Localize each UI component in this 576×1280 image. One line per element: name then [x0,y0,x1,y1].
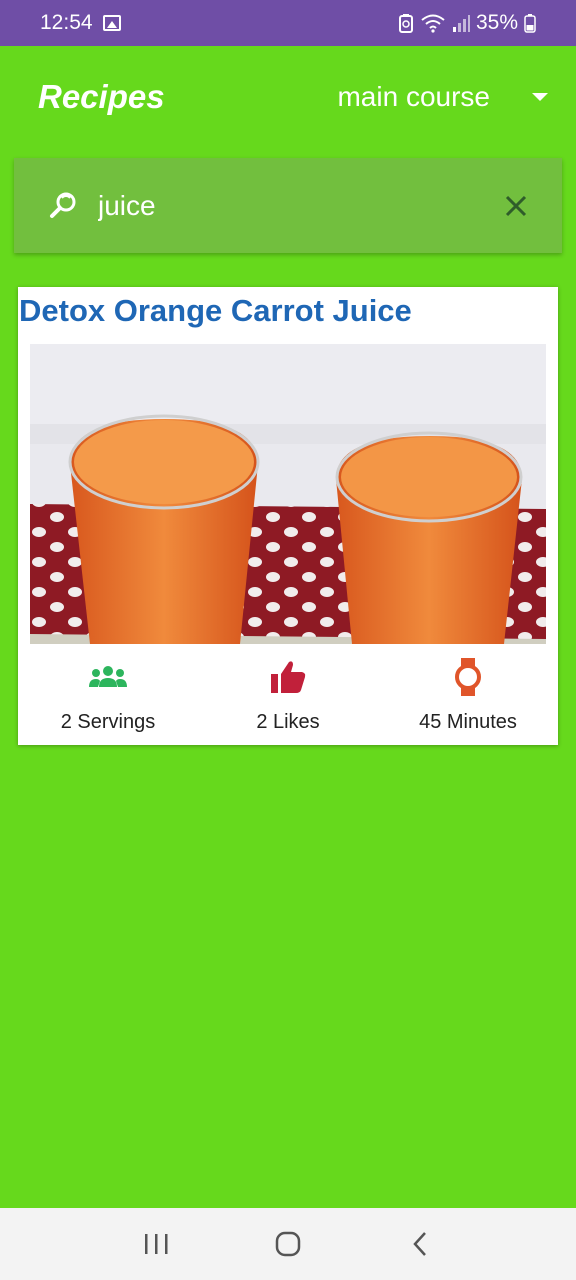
gallery-icon [102,15,121,31]
time-label: 45 Minutes [419,711,517,733]
battery-level: 35% [475,11,518,34]
group-icon [89,666,127,687]
thumb-up-icon [271,661,306,693]
search-bar [14,158,562,253]
servings-stat: 2 Servings [18,647,198,745]
back-button[interactable] [390,1214,450,1274]
likes-label: 2 Likes [256,711,320,733]
wifi-icon [421,14,445,33]
recipe-card[interactable]: Detox Orange Carrot Juice 2 Servings 2 L… [18,287,558,745]
recent-apps-button[interactable] [126,1214,186,1274]
battery-icon [524,14,536,33]
signal-icon [452,15,470,32]
status-icons: 35% [398,11,536,35]
category-dropdown[interactable]: main course [337,81,548,113]
search-input[interactable] [98,189,500,222]
search-icon[interactable] [48,190,80,222]
recipe-stats: 2 Servings 2 Likes 45 Minutes [18,647,558,745]
home-button[interactable] [258,1214,318,1274]
home-icon [275,1231,301,1257]
app-bar: Recipes main course [0,46,576,148]
likes-stat: 2 Likes [198,647,378,745]
clear-search-button[interactable] [500,190,532,222]
category-selected-value: main course [337,81,490,112]
app-title: Recipes [38,78,165,115]
recipe-image [30,344,546,644]
close-icon [505,195,527,216]
watch-icon [455,658,481,696]
system-nav-bar [0,1208,576,1280]
status-time: 12:54 [40,11,93,34]
battery-saver-icon [398,14,413,33]
status-bar: 12:54 35% [0,0,576,46]
time-stat: 45 Minutes [378,647,558,745]
recipe-title: Detox Orange Carrot Juice [19,293,412,328]
dropdown-arrow-icon [532,93,548,101]
recent-apps-icon [145,1234,168,1254]
back-icon [413,1232,426,1256]
servings-label: 2 Servings [60,711,156,733]
